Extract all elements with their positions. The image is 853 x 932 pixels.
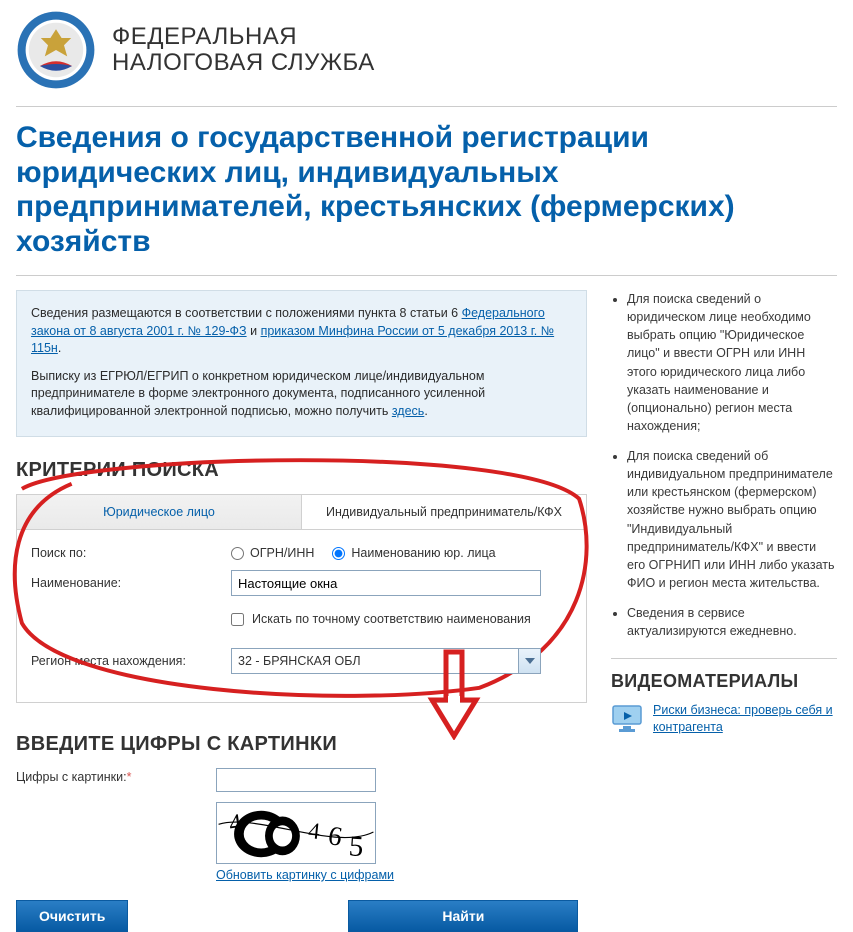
captcha-input[interactable]: [216, 768, 376, 792]
region-label: Регион места нахождения:: [31, 654, 231, 668]
radio-ogrninn-label[interactable]: ОГРН/ИНН: [231, 546, 314, 560]
sidebar-bullet: Для поиска сведений об индивидуальном пр…: [627, 447, 837, 592]
info-p2: Выписку из ЕГРЮЛ/ЕГРИП о конкретном юрид…: [31, 368, 572, 421]
radio-name-label[interactable]: Наименованию юр. лица: [332, 546, 495, 560]
monitor-icon: [611, 702, 643, 734]
exact-match-label: Искать по точному соответствию наименова…: [252, 612, 531, 626]
entity-type-tabs: Юридическое лицо Индивидуальный предприн…: [16, 494, 587, 530]
sidebar-bullet: Сведения в сервисе актуализируются ежедн…: [627, 604, 837, 640]
captcha-refresh-link[interactable]: Обновить картинку с цифрами: [216, 868, 394, 882]
radio-ogrninn[interactable]: [231, 547, 244, 560]
video-heading: ВИДЕОМАТЕРИАЛЫ: [611, 671, 837, 692]
region-select[interactable]: 32 - БРЯНСКАЯ ОБЛ: [231, 648, 541, 674]
captcha-heading: ВВЕДИТЕ ЦИФРЫ С КАРТИНКИ: [16, 733, 587, 756]
site-header: ФЕДЕРАЛЬНАЯ НАЛОГОВАЯ СЛУЖБА: [16, 0, 837, 107]
captcha-label: Цифры с картинки:*: [16, 768, 216, 784]
sidebar-help: Для поиска сведений о юридическом лице н…: [611, 290, 837, 640]
region-select-toggle[interactable]: [518, 649, 540, 673]
video-link[interactable]: Риски бизнеса: проверь себя и контрагент…: [653, 702, 837, 736]
fns-emblem: [16, 10, 96, 90]
page-title: Сведения о государственной регистрации ю…: [16, 121, 837, 259]
tab-individual[interactable]: Индивидуальный предприниматель/КФХ: [301, 495, 586, 529]
submit-button[interactable]: Найти: [348, 900, 578, 932]
captcha-image: 4 4 6 5: [216, 802, 376, 864]
search-by-label: Поиск по:: [31, 546, 231, 560]
brand-title: ФЕДЕРАЛЬНАЯ НАЛОГОВАЯ СЛУЖБА: [112, 24, 375, 77]
sidebar-bullet: Для поиска сведений о юридическом лице н…: [627, 290, 837, 435]
info-p1: Сведения размещаются в соответствии с по…: [31, 305, 572, 358]
divider: [16, 275, 837, 276]
radio-name[interactable]: [332, 547, 345, 560]
name-input[interactable]: [231, 570, 541, 596]
criteria-heading: КРИТЕРИИ ПОИСКА: [16, 459, 587, 482]
info-panel: Сведения размещаются в соответствии с по…: [16, 290, 587, 437]
clear-button[interactable]: Очистить: [16, 900, 128, 932]
tab-legal-entity[interactable]: Юридическое лицо: [17, 495, 301, 529]
divider: [611, 658, 837, 659]
svg-text:5: 5: [348, 830, 365, 863]
search-form: Поиск по: ОГРН/ИНН Наименованию юр. лица: [16, 530, 587, 703]
name-label: Наименование:: [31, 576, 231, 590]
required-asterisk: *: [127, 770, 132, 784]
exact-match-checkbox[interactable]: [231, 613, 244, 626]
video-item: Риски бизнеса: проверь себя и контрагент…: [611, 702, 837, 736]
chevron-down-icon: [525, 658, 535, 664]
extract-here-link[interactable]: здесь: [392, 404, 424, 418]
